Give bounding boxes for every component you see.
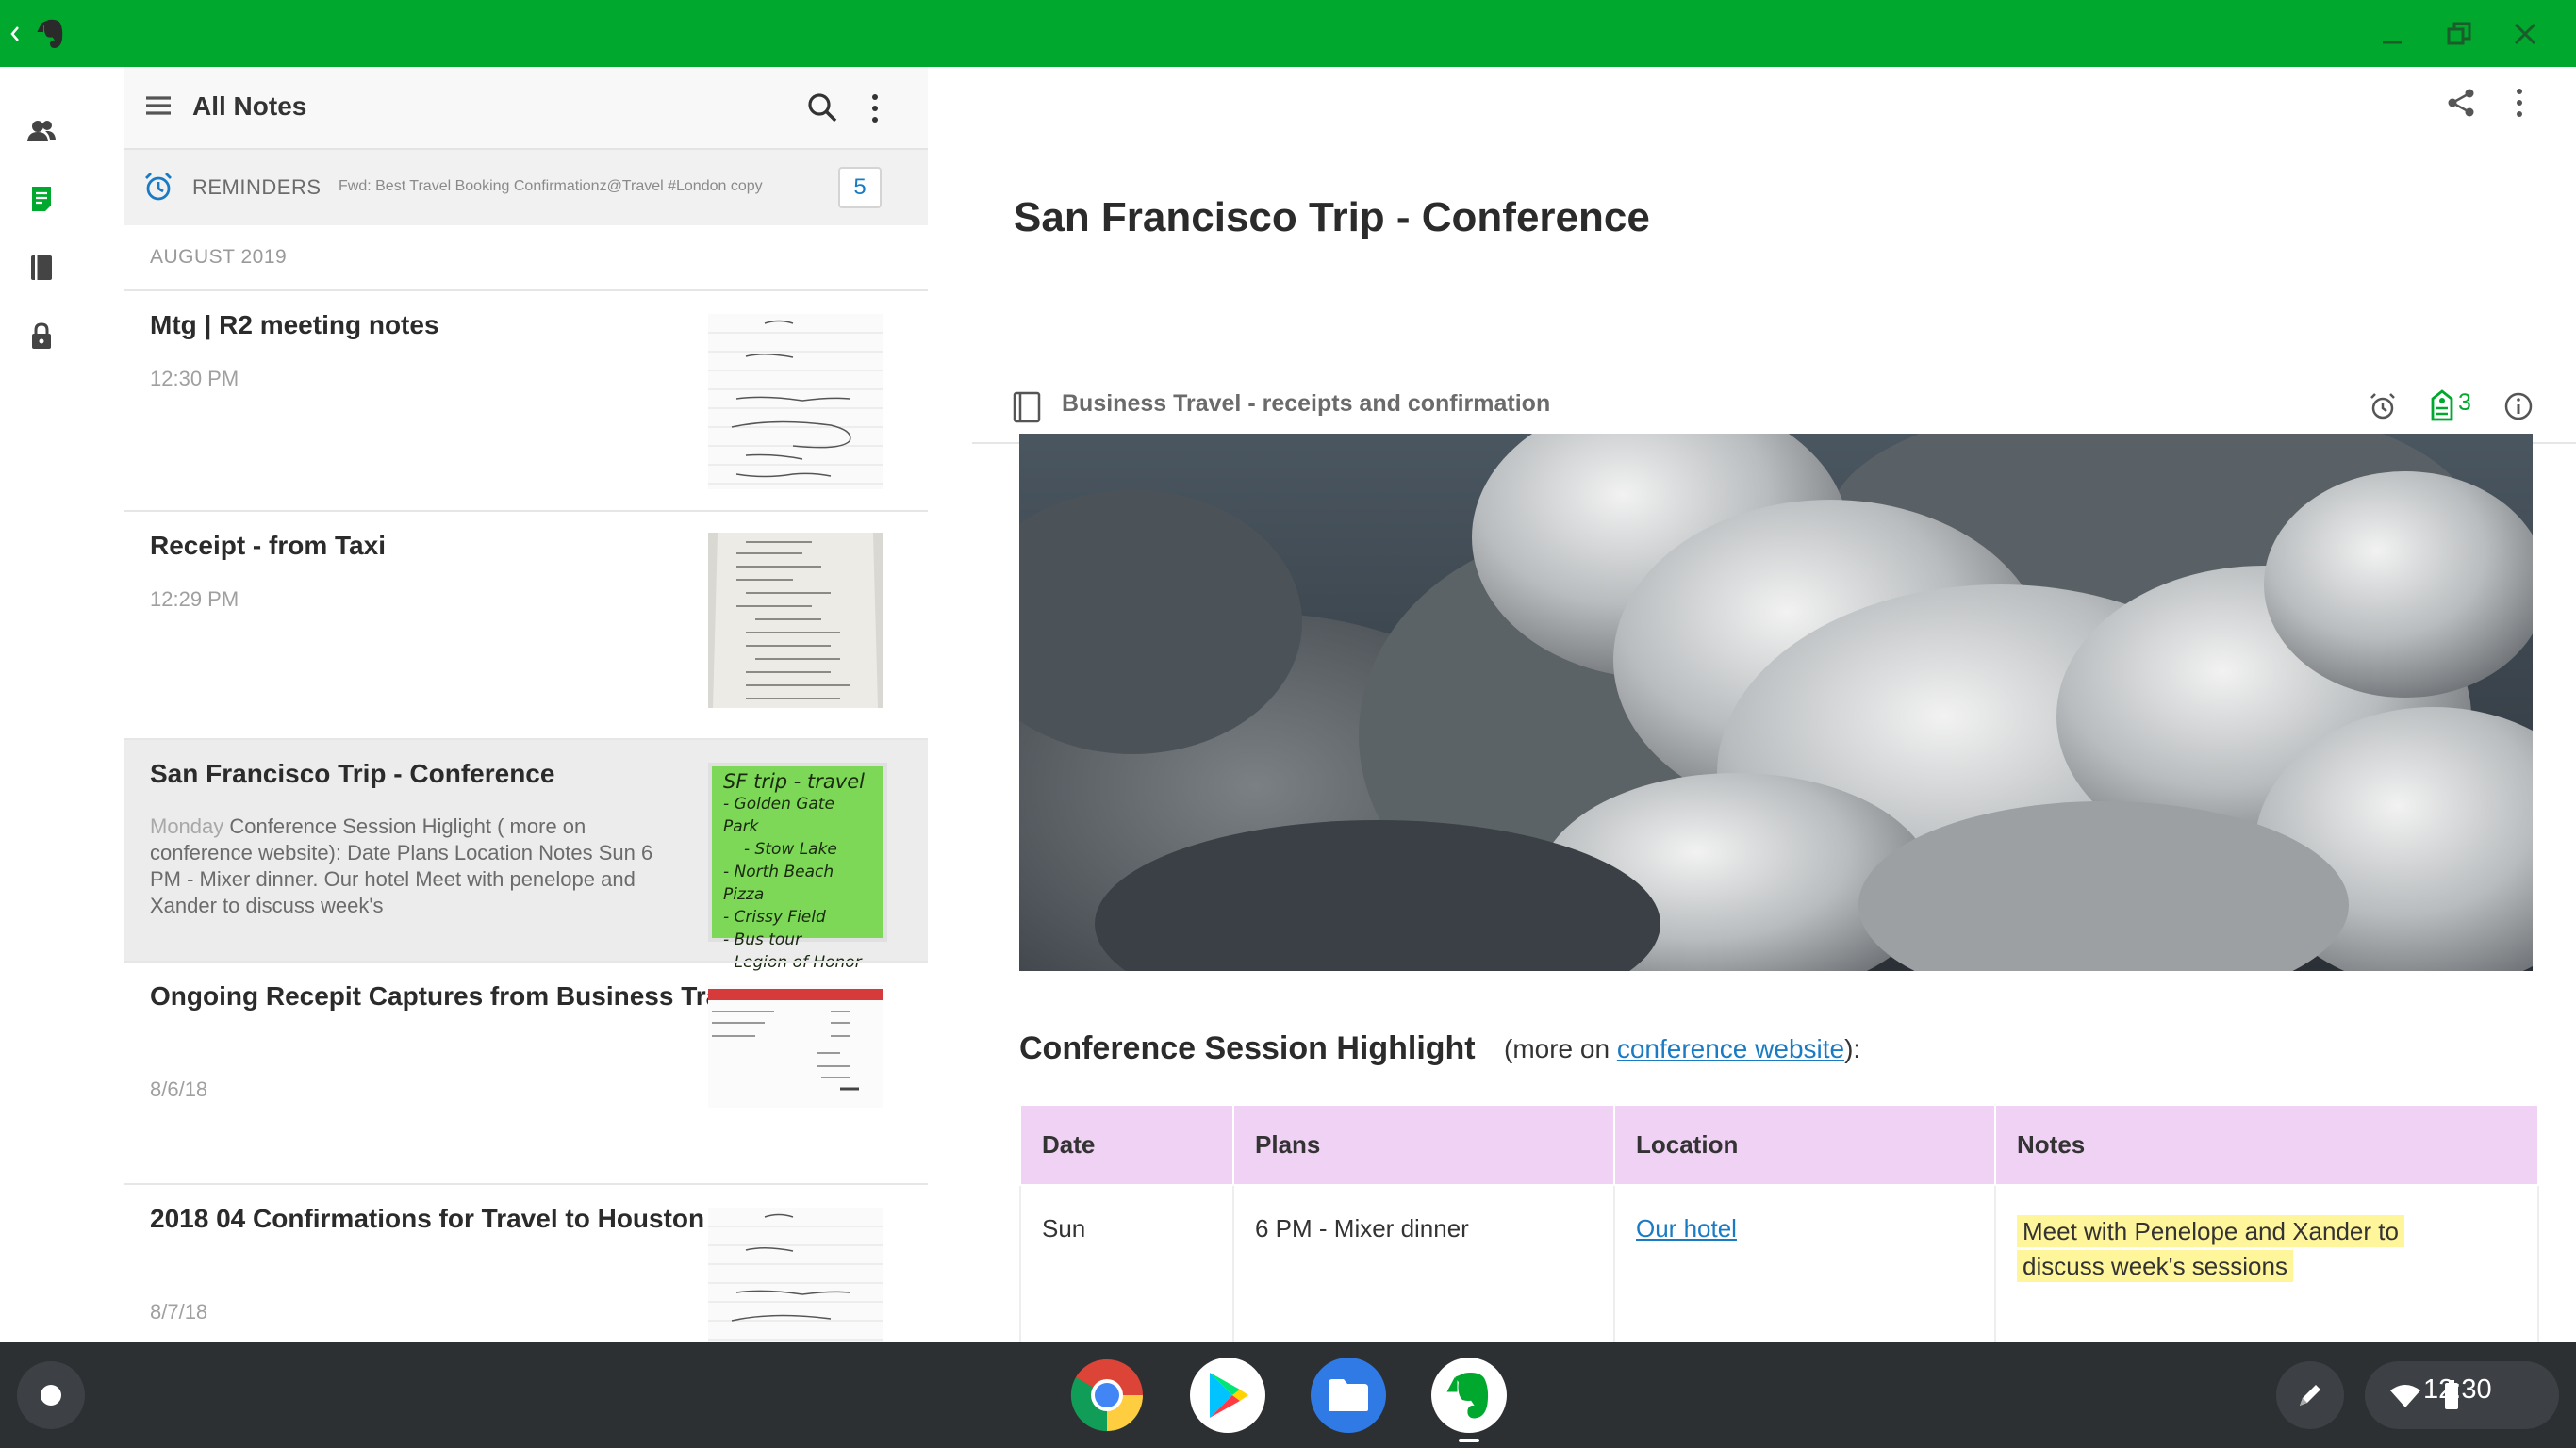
navigation-rail bbox=[0, 67, 124, 1342]
table-header-cell: Notes bbox=[1994, 1104, 2539, 1186]
evernote-app-icon[interactable] bbox=[1431, 1358, 1507, 1433]
work-chat-lock-icon[interactable] bbox=[21, 316, 62, 357]
title-bar bbox=[0, 0, 2576, 67]
note-title: San Francisco Trip - Conference bbox=[150, 759, 555, 788]
system-shelf bbox=[0, 1342, 2576, 1448]
note-list-panel: All Notes REMINDERS Fwd: Best Travel Boo… bbox=[124, 67, 928, 1342]
sticky-line: SF trip - travel bbox=[723, 770, 865, 793]
note-snippet: Monday Conference Session Higlight ( mor… bbox=[150, 814, 678, 919]
note-snippet-text: Conference Session Higlight ( more on co… bbox=[150, 814, 653, 917]
search-icon[interactable] bbox=[806, 91, 838, 123]
note-title: Ongoing Recepit Captures from Business T… bbox=[150, 981, 758, 1011]
reminders-bar[interactable]: REMINDERS Fwd: Best Travel Booking Confi… bbox=[124, 150, 928, 225]
session-table: Date Plans Location Notes Sun 6 PM - Mix… bbox=[1019, 1104, 2539, 1342]
reminders-snippet: Fwd: Best Travel Booking Confirmationz@T… bbox=[339, 178, 763, 194]
sticky-line: - Bus tour bbox=[723, 930, 802, 949]
close-icon[interactable] bbox=[2504, 0, 2546, 67]
files-app-icon[interactable] bbox=[1311, 1358, 1386, 1433]
table-header-cell: Date bbox=[1019, 1104, 1234, 1186]
note-list-item-selected[interactable]: San Francisco Trip - Conference Monday C… bbox=[124, 738, 928, 972]
tag-count[interactable]: 3 bbox=[2458, 389, 2471, 417]
restore-icon[interactable] bbox=[2438, 0, 2480, 67]
sticky-line: - Golden Gate Park bbox=[723, 795, 834, 836]
highlighted-note-text: Meet with Penelope and Xander to bbox=[2017, 1215, 2404, 1247]
table-cell: Meet with Penelope and Xander to discuss … bbox=[1994, 1184, 2539, 1342]
note-list-header: All Notes bbox=[124, 67, 928, 150]
tag-icon[interactable] bbox=[2430, 389, 2454, 421]
notebook-name[interactable]: Business Travel - receipts and confirmat… bbox=[1062, 390, 1550, 418]
clock[interactable]: 12:30 bbox=[2423, 1374, 2492, 1406]
section-more-prefix: (more on bbox=[1504, 1034, 1617, 1063]
note-title-heading[interactable]: San Francisco Trip - Conference bbox=[1014, 194, 1650, 241]
clouds-image bbox=[1019, 434, 2533, 971]
note-thumbnail-sticky: SF trip - travel - Golden Gate Park - St… bbox=[708, 763, 887, 972]
note-day: Monday bbox=[150, 814, 224, 838]
note-list-item[interactable]: 2018 04 Confirmations for Travel to Hous… bbox=[124, 1183, 928, 1342]
note-editor: San Francisco Trip - Conference Business… bbox=[972, 67, 2576, 1342]
note-title: Receipt - from Taxi bbox=[150, 531, 386, 560]
note-thumbnail-invoice bbox=[708, 985, 883, 1108]
note-thumbnail-receipt bbox=[708, 533, 883, 708]
info-icon[interactable] bbox=[2503, 391, 2534, 421]
note-meta-bar: Business Travel - receipts and confirmat… bbox=[972, 359, 2576, 444]
note-date: 8/7/18 bbox=[150, 1300, 208, 1324]
back-icon[interactable] bbox=[4, 0, 26, 67]
hamburger-menu-icon[interactable] bbox=[144, 93, 173, 118]
conference-website-link[interactable]: conference website bbox=[1617, 1034, 1844, 1063]
table-cell: 6 PM - Mixer dinner bbox=[1232, 1184, 1615, 1342]
shared-people-icon[interactable] bbox=[21, 110, 62, 152]
sticky-line: - Stow Lake bbox=[744, 840, 837, 859]
note-thumbnail-handwritten bbox=[708, 314, 883, 489]
section-more-text: (more on conference website): bbox=[1504, 1034, 1860, 1064]
table-cell: Our hotel bbox=[1613, 1184, 1996, 1342]
note-date: 12:30 PM bbox=[150, 367, 239, 390]
note-date: 12:29 PM bbox=[150, 587, 239, 611]
table-header-row: Date Plans Location Notes bbox=[1019, 1104, 2539, 1186]
minimize-icon[interactable] bbox=[2371, 0, 2413, 67]
highlighted-note-text: discuss week's sessions bbox=[2017, 1250, 2293, 1282]
note-thumbnail-handwritten bbox=[708, 1208, 883, 1342]
stylus-tools-button[interactable] bbox=[2276, 1361, 2344, 1429]
launcher-button[interactable] bbox=[17, 1361, 85, 1429]
notebooks-icon[interactable] bbox=[21, 247, 62, 288]
note-title: Mtg | R2 meeting notes bbox=[150, 310, 439, 339]
running-app-indicator bbox=[1459, 1439, 1479, 1442]
notebook-icon bbox=[1013, 391, 1041, 423]
section-heading: Conference Session Highlight bbox=[1019, 1030, 1476, 1066]
table-header-cell: Plans bbox=[1232, 1104, 1615, 1186]
table-header-cell: Location bbox=[1613, 1104, 1996, 1186]
section-more-suffix: ): bbox=[1844, 1034, 1861, 1063]
alarm-clock-icon bbox=[142, 171, 174, 203]
table-cell: Sun bbox=[1019, 1184, 1234, 1342]
reminder-alarm-icon[interactable] bbox=[2368, 391, 2398, 421]
chrome-app-icon[interactable] bbox=[1069, 1358, 1145, 1433]
launcher-icon bbox=[41, 1385, 61, 1406]
note-list-item[interactable]: Receipt - from Taxi 12:29 PM bbox=[124, 510, 928, 738]
list-title: All Notes bbox=[192, 91, 307, 121]
note-list-item[interactable]: Ongoing Recepit Captures from Business T… bbox=[124, 961, 928, 1183]
note-list-item[interactable]: Mtg | R2 meeting notes 12:30 PM bbox=[124, 289, 928, 510]
note-title: 2018 04 Confirmations for Travel to Hous… bbox=[150, 1204, 705, 1233]
evernote-logo-icon bbox=[32, 0, 70, 67]
wifi-icon bbox=[2389, 1384, 2421, 1408]
section-date-label: AUGUST 2019 bbox=[150, 246, 288, 268]
share-icon[interactable] bbox=[2447, 88, 2475, 118]
sticky-line: - Crissy Field bbox=[723, 908, 826, 927]
reminders-count-badge: 5 bbox=[838, 167, 882, 208]
editor-more-options-icon[interactable] bbox=[2515, 88, 2524, 118]
more-options-icon[interactable] bbox=[870, 93, 880, 123]
sticky-line: - North Beach Pizza bbox=[723, 863, 834, 904]
reminders-label: REMINDERS bbox=[192, 175, 322, 199]
play-store-app-icon[interactable] bbox=[1190, 1358, 1265, 1433]
note-date: 8/6/18 bbox=[150, 1078, 208, 1101]
our-hotel-link[interactable]: Our hotel bbox=[1636, 1214, 1737, 1242]
table-row: Sun 6 PM - Mixer dinner Our hotel Meet w… bbox=[1019, 1184, 2539, 1342]
notes-icon[interactable] bbox=[21, 178, 62, 220]
stylus-pen-icon bbox=[2300, 1385, 2320, 1406]
